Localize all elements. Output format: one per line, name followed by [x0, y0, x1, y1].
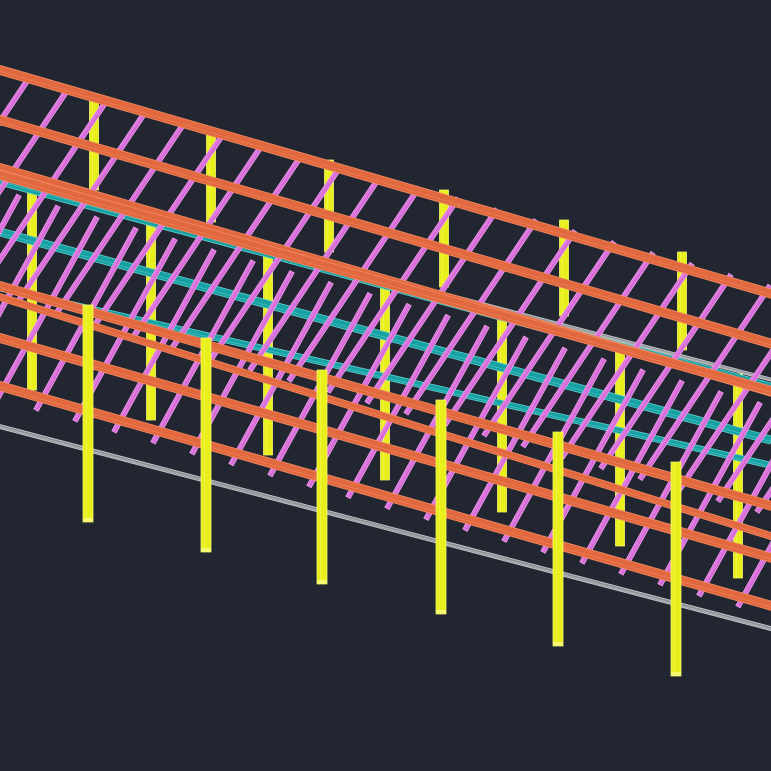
column-base [671, 672, 681, 676]
front-column-body [82, 304, 94, 523]
column-base [553, 642, 563, 646]
column-base [436, 610, 446, 614]
front-column-body [435, 399, 447, 615]
front-column-body [200, 337, 212, 553]
front-column [200, 337, 212, 553]
column-base [317, 580, 327, 584]
front-column [316, 369, 328, 585]
front-column-body [316, 369, 328, 585]
front-column [82, 304, 94, 523]
front-column [552, 431, 564, 647]
column-base [83, 518, 93, 522]
front-column [435, 399, 447, 615]
front-column-body [552, 431, 564, 647]
back-column-body [206, 127, 216, 223]
front-column-body [670, 461, 682, 677]
front-column [670, 461, 682, 677]
structural-model-viewport[interactable] [0, 0, 771, 771]
back-column [206, 127, 216, 223]
column-base [201, 548, 211, 552]
